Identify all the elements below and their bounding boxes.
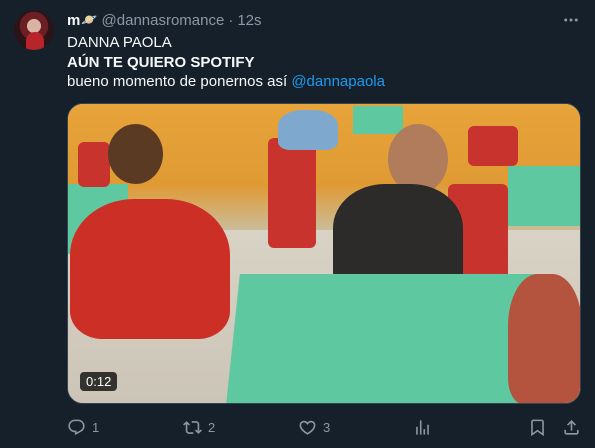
video-frame — [68, 104, 580, 403]
video-person-3 — [508, 274, 580, 403]
tweet-line-3: bueno momento de ponernos así @dannapaol… — [67, 72, 385, 92]
more-icon[interactable] — [561, 10, 581, 30]
action-bar: 1 2 3 — [67, 416, 581, 438]
bookmark-icon — [531, 419, 544, 436]
reply-button[interactable]: 1 — [67, 416, 99, 438]
retweet-count: 2 — [208, 419, 216, 435]
tweet-line-2: AÚN TE QUIERO SPOTIFY — [67, 53, 255, 71]
like-count: 3 — [323, 419, 331, 435]
tweet-line-1: DANNA PAOLA — [67, 34, 172, 51]
video-person-1-body — [70, 199, 230, 339]
like-button[interactable]: 3 — [298, 416, 330, 438]
video-person-back — [278, 110, 338, 150]
tweet-text: DANNA PAOLA AÚN TE QUIERO SPOTIFY bueno … — [67, 33, 385, 92]
share-button[interactable] — [562, 416, 581, 438]
timestamp[interactable]: 12s — [237, 12, 261, 29]
tweet-line-3-text: bueno momento de ponernos así — [67, 73, 292, 90]
planet-emoji: 🪐 — [81, 12, 98, 27]
separator-dot: · — [228, 11, 234, 29]
avatar[interactable] — [14, 10, 54, 50]
video-duration: 0:12 — [80, 372, 118, 391]
tweet-header: m 🪐 @dannasromance · 12s — [67, 11, 262, 29]
retweet-button[interactable]: 2 — [183, 416, 215, 438]
video-player[interactable]: 0:12 — [67, 103, 581, 404]
retweet-icon — [183, 420, 202, 434]
mention-link[interactable]: @dannapaola — [291, 73, 385, 90]
tweet[interactable]: m 🪐 @dannasromance · 12s DANNA PAOLA AÚN… — [0, 0, 595, 448]
views-icon — [416, 419, 429, 435]
video-chair-4 — [468, 126, 518, 166]
video-chair-2 — [268, 138, 316, 248]
video-table-right — [508, 166, 580, 226]
video-person-1-head — [108, 124, 163, 184]
share-icon — [564, 419, 579, 435]
heart-icon — [299, 420, 316, 435]
reply-count: 1 — [92, 419, 100, 435]
video-chair-1 — [78, 142, 110, 187]
reply-icon — [68, 419, 85, 435]
bookmark-button[interactable] — [528, 416, 547, 438]
user-handle[interactable]: @dannasromance — [102, 12, 225, 29]
display-name[interactable]: m — [67, 12, 80, 29]
video-table-front — [226, 274, 540, 403]
video-table-back — [353, 106, 403, 134]
views-button[interactable] — [413, 416, 432, 438]
